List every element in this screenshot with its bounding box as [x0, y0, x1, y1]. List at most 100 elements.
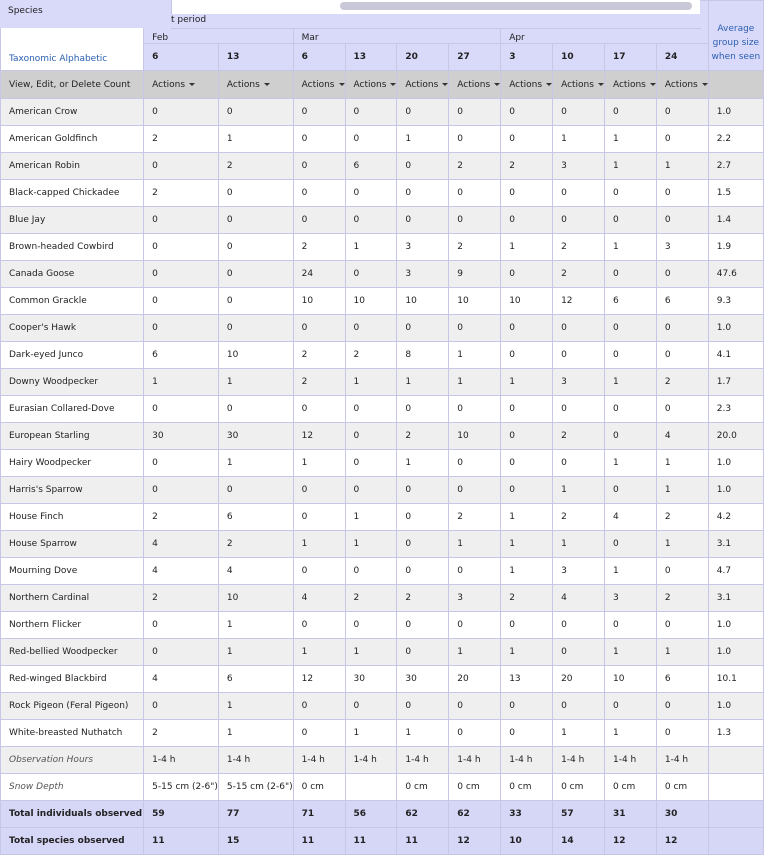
count-cell[interactable]: 0	[396, 98, 450, 126]
count-cell[interactable]: 20	[448, 665, 502, 693]
count-cell[interactable]: 10	[217, 584, 294, 612]
count-cell[interactable]: 2	[396, 422, 450, 450]
count-cell[interactable]: 10	[603, 665, 657, 693]
count-cell[interactable]: 0	[344, 98, 398, 126]
count-cell[interactable]: 0	[143, 206, 219, 234]
count-cell[interactable]: 4	[292, 584, 346, 612]
count-cell[interactable]: 0	[217, 233, 294, 261]
count-cell[interactable]: 3	[552, 368, 605, 396]
count-cell[interactable]: 0	[143, 476, 219, 504]
count-cell[interactable]: 1	[344, 233, 398, 261]
count-cell[interactable]: 0	[344, 692, 398, 720]
count-cell[interactable]: 0	[396, 395, 450, 423]
count-cell[interactable]: 0	[217, 314, 294, 342]
count-cell[interactable]: 20	[552, 665, 605, 693]
count-cell[interactable]: 0	[500, 98, 554, 126]
actions-dropdown[interactable]: Actions	[500, 70, 554, 99]
count-cell[interactable]: 0	[396, 503, 450, 531]
count-cell[interactable]: 0	[500, 341, 554, 369]
count-cell[interactable]: 30	[217, 422, 294, 450]
count-cell[interactable]: 0	[655, 395, 709, 423]
count-cell[interactable]: 1	[448, 530, 502, 558]
count-cell[interactable]: 1	[655, 449, 709, 477]
count-cell[interactable]: 24	[292, 260, 346, 288]
count-cell[interactable]: 2	[143, 584, 219, 612]
count-cell[interactable]: 0	[143, 449, 219, 477]
count-cell[interactable]: 2	[655, 368, 709, 396]
count-cell[interactable]: 9	[448, 260, 502, 288]
count-cell[interactable]: 4	[143, 665, 219, 693]
count-cell[interactable]: 0	[448, 125, 502, 153]
count-cell[interactable]: 0	[292, 503, 346, 531]
count-cell[interactable]: 1	[603, 152, 657, 180]
count-cell[interactable]: 0	[143, 233, 219, 261]
count-cell[interactable]: 0	[448, 98, 502, 126]
count-cell[interactable]: 2	[292, 233, 346, 261]
count-cell[interactable]: 3	[396, 260, 450, 288]
count-cell[interactable]: 1	[500, 368, 554, 396]
count-cell[interactable]: 2	[448, 152, 502, 180]
count-cell[interactable]: 2	[217, 152, 294, 180]
count-cell[interactable]: 0	[396, 611, 450, 639]
count-cell[interactable]: 3	[552, 557, 605, 585]
count-cell[interactable]: 12	[552, 287, 605, 315]
count-cell[interactable]: 6	[655, 287, 709, 315]
count-cell[interactable]: 1	[552, 719, 605, 747]
count-cell[interactable]: 0	[603, 98, 657, 126]
count-cell[interactable]: 0	[344, 260, 398, 288]
count-cell[interactable]: 4	[603, 503, 657, 531]
count-cell[interactable]: 30	[143, 422, 219, 450]
count-cell[interactable]: 0	[603, 611, 657, 639]
count-cell[interactable]: 2	[655, 584, 709, 612]
count-cell[interactable]: 2	[552, 260, 605, 288]
count-cell[interactable]: 0	[448, 692, 502, 720]
count-cell[interactable]: 10	[448, 287, 502, 315]
count-cell[interactable]: 2	[143, 503, 219, 531]
count-cell[interactable]: 1	[292, 530, 346, 558]
count-cell[interactable]: 0	[500, 314, 554, 342]
count-cell[interactable]: 0	[217, 287, 294, 315]
count-cell[interactable]: 2	[448, 233, 502, 261]
count-cell[interactable]: 6	[217, 503, 294, 531]
count-cell[interactable]: 0	[143, 638, 219, 666]
count-cell[interactable]: 10	[292, 287, 346, 315]
count-cell[interactable]: 0	[655, 314, 709, 342]
count-cell[interactable]: 6	[143, 341, 219, 369]
count-cell[interactable]: 4	[143, 557, 219, 585]
count-cell[interactable]: 30	[396, 665, 450, 693]
count-cell[interactable]: 0	[500, 260, 554, 288]
count-cell[interactable]: 2	[500, 152, 554, 180]
count-cell[interactable]: 0	[217, 260, 294, 288]
count-cell[interactable]: 0	[396, 152, 450, 180]
count-cell[interactable]: 1	[603, 368, 657, 396]
count-cell[interactable]: 0	[344, 611, 398, 639]
count-cell[interactable]: 1	[500, 503, 554, 531]
count-cell[interactable]: 2	[344, 341, 398, 369]
count-cell[interactable]: 0	[344, 422, 398, 450]
count-cell[interactable]: 1	[396, 449, 450, 477]
count-cell[interactable]: 0	[344, 314, 398, 342]
count-cell[interactable]: 0	[500, 719, 554, 747]
count-cell[interactable]: 0	[552, 638, 605, 666]
count-cell[interactable]: 3	[448, 584, 502, 612]
count-cell[interactable]: 1	[344, 530, 398, 558]
count-cell[interactable]: 1	[603, 233, 657, 261]
count-cell[interactable]: 1	[217, 449, 294, 477]
count-cell[interactable]: 0	[500, 422, 554, 450]
count-cell[interactable]: 0	[603, 341, 657, 369]
count-cell[interactable]: 12	[292, 665, 346, 693]
count-cell[interactable]: 0	[143, 152, 219, 180]
count-cell[interactable]: 1	[655, 530, 709, 558]
count-cell[interactable]: 0	[292, 125, 346, 153]
count-cell[interactable]: 0	[217, 476, 294, 504]
count-cell[interactable]: 0	[655, 719, 709, 747]
count-cell[interactable]: 4	[217, 557, 294, 585]
count-cell[interactable]: 0	[396, 206, 450, 234]
count-cell[interactable]: 0	[500, 449, 554, 477]
count-cell[interactable]: 0	[143, 395, 219, 423]
count-cell[interactable]: 2	[448, 503, 502, 531]
count-cell[interactable]: 0	[344, 449, 398, 477]
count-cell[interactable]: 4	[655, 422, 709, 450]
count-cell[interactable]: 0	[603, 422, 657, 450]
count-cell[interactable]: 1	[448, 368, 502, 396]
